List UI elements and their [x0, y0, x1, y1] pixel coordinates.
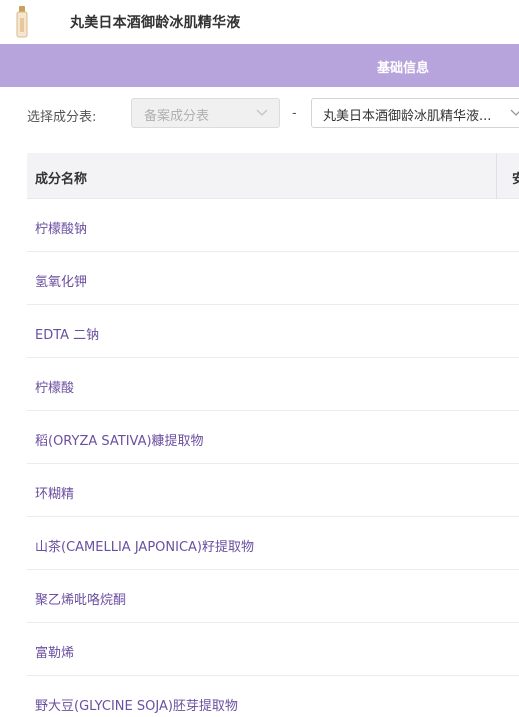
table-row: 柠檬酸钠 — [27, 199, 519, 252]
table-header: 成分名称 安 — [27, 153, 519, 199]
ingredient-list-select-value: 备案成分表 — [144, 109, 210, 124]
ingredient-name-link[interactable]: 环糊精 — [35, 483, 74, 502]
column-header-ingredient-name: 成分名称 — [35, 172, 88, 187]
ingredient-name-link[interactable]: 富勒烯 — [35, 642, 74, 661]
ingredient-name-link[interactable]: 柠檬酸 — [35, 377, 74, 396]
ingredient-name-link[interactable]: 野大豆(GLYCINE SOJA)胚芽提取物 — [35, 695, 238, 714]
tab-bar: 基础信息 — [0, 44, 519, 87]
ingredient-name-link[interactable]: 山茶(CAMELLIA JAPONICA)籽提取物 — [35, 536, 254, 555]
filter-label: 选择成分表: — [27, 110, 97, 125]
table-row: 山茶(CAMELLIA JAPONICA)籽提取物 — [27, 517, 519, 570]
ingredient-list-select: 备案成分表 — [131, 98, 280, 128]
column-divider — [496, 153, 497, 199]
table-row: 野大豆(GLYCINE SOJA)胚芽提取物 — [27, 676, 519, 717]
ingredient-name-link[interactable]: 柠檬酸钠 — [35, 218, 87, 237]
chevron-down-icon — [256, 109, 268, 116]
chevron-down-icon — [510, 109, 519, 116]
ingredient-name-link[interactable]: 聚乙烯吡咯烷酮 — [35, 589, 126, 608]
ingredient-table: 成分名称 安 柠檬酸钠 氢氧化钾 EDTA 二钠 柠檬酸 稻(ORYZA SAT… — [27, 153, 519, 717]
ingredient-name-link[interactable]: 稻(ORYZA SATIVA)糠提取物 — [35, 430, 204, 449]
product-select[interactable]: 丸美日本酒御龄冰肌精华液... — [311, 98, 519, 128]
table-row: 环糊精 — [27, 464, 519, 517]
table-row: 氢氧化钾 — [27, 252, 519, 305]
table-row: 富勒烯 — [27, 623, 519, 676]
ingredient-name-link[interactable]: EDTA 二钠 — [35, 324, 99, 343]
table-row: 聚乙烯吡咯烷酮 — [27, 570, 519, 623]
table-row: 柠檬酸 — [27, 358, 519, 411]
serum-bottle-icon — [16, 6, 28, 38]
column-header-safety: 安 — [512, 172, 519, 187]
table-body: 柠檬酸钠 氢氧化钾 EDTA 二钠 柠檬酸 稻(ORYZA SATIVA)糠提取… — [27, 199, 519, 717]
table-row: 稻(ORYZA SATIVA)糠提取物 — [27, 411, 519, 464]
tab-basic-info[interactable]: 基础信息 — [377, 57, 429, 76]
ingredient-name-link[interactable]: 氢氧化钾 — [35, 271, 87, 290]
product-select-value: 丸美日本酒御龄冰肌精华液... — [323, 109, 492, 124]
product-title: 丸美日本酒御龄冰肌精华液 — [70, 15, 241, 31]
table-row: EDTA 二钠 — [27, 305, 519, 358]
filter-separator: - — [292, 106, 297, 121]
top-bar: 丸美日本酒御龄冰肌精华液 — [0, 0, 519, 44]
ingredient-list-filter: 选择成分表: 备案成分表 - 丸美日本酒御龄冰肌精华液... — [0, 98, 519, 130]
